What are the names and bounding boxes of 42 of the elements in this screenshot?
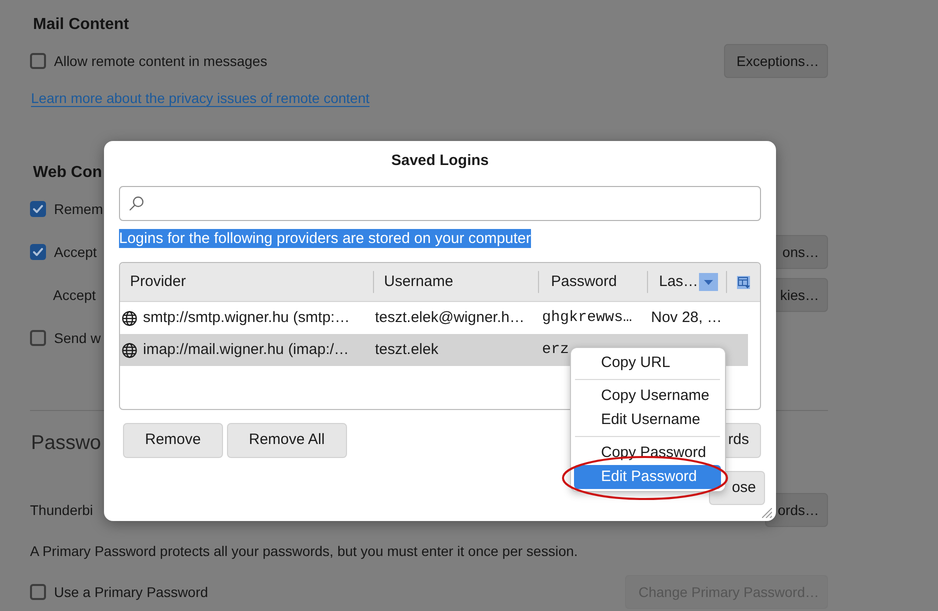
body-text: Thunderbi (30, 500, 94, 520)
table-cell-text: teszt.elek@wigner.h… (375, 308, 524, 328)
checkbox[interactable] (30, 53, 46, 69)
table-cell-text: ghgkrewws… (542, 308, 632, 328)
search-field[interactable] (119, 186, 761, 221)
section-title: Passwo (31, 431, 102, 456)
table-cell-text: imap://mail.wigner.hu (imap:/… (143, 340, 349, 360)
column-header[interactable]: Password (539, 263, 648, 301)
table-cell-text: teszt.elek (375, 340, 438, 360)
menu-item[interactable]: Copy Username (574, 384, 721, 408)
checkmark-icon (33, 205, 43, 213)
settings-button[interactable]: Exceptions… (724, 44, 828, 78)
checkbox-label: Accept (54, 242, 97, 262)
search-icon (129, 196, 144, 211)
checkbox[interactable] (30, 244, 46, 260)
checkbox-label: Allow remote content in messages (54, 52, 268, 71)
dialog-button[interactable]: Remove All (226, 423, 347, 458)
table-cell-text: smtp://smtp.wigner.hu (smtp:… (143, 308, 350, 328)
column-header[interactable]: Provider (120, 263, 374, 301)
globe-icon (122, 310, 137, 326)
checkbox[interactable] (30, 584, 46, 600)
resize-grip-icon[interactable] (762, 508, 772, 518)
column-header[interactable]: Username (374, 263, 539, 301)
section-heading: Web Con (33, 163, 102, 183)
checkbox[interactable] (30, 330, 46, 346)
column-header[interactable]: Las… (648, 263, 727, 301)
table-cell-text: erz (542, 340, 570, 360)
checkbox[interactable] (30, 201, 46, 217)
setting-label: Accept (53, 286, 96, 305)
dialog-title: Saved Logins (391, 150, 489, 171)
notice-text: Logins for the following providers are stored on your computer (119, 229, 531, 248)
table-cell-text: Nov 28, … (651, 308, 722, 328)
column-picker-icon[interactable] (737, 276, 750, 288)
checkbox-label: Remem (54, 200, 104, 218)
menu-item[interactable]: Edit Password (574, 465, 721, 489)
dialog-button[interactable]: Remove (123, 423, 223, 458)
section-heading: Mail Content (33, 15, 129, 35)
checkbox-label: Use a Primary Password (54, 582, 208, 602)
body-text: A Primary Password protects all your passwords, but you must enter it once per session. (30, 542, 578, 561)
checkmark-icon (33, 248, 43, 256)
globe-icon (122, 342, 137, 358)
checkbox-label: Send w (54, 328, 101, 348)
